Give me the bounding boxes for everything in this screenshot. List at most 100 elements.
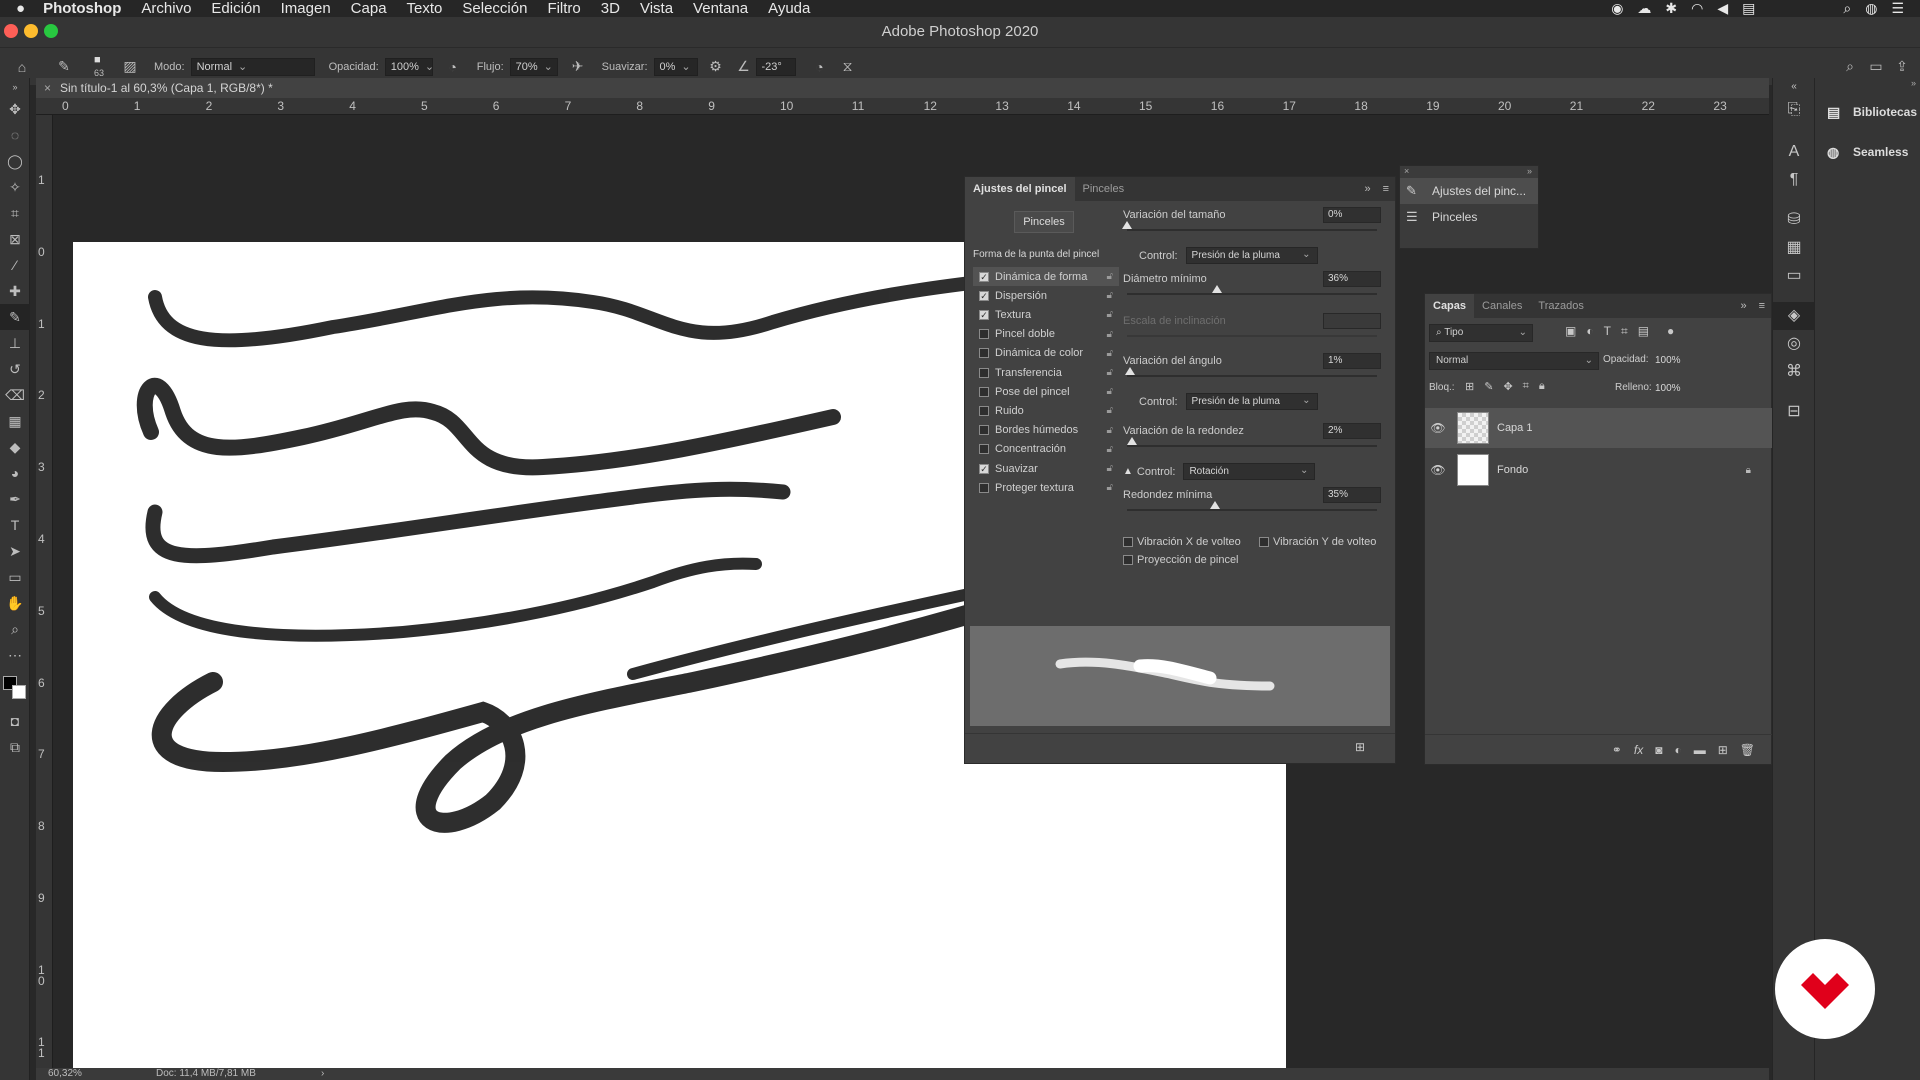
collapse-tools-icon[interactable]: » <box>0 78 30 96</box>
smoothing-field[interactable]: 0% <box>653 57 698 76</box>
flow-field[interactable]: 70% <box>509 57 558 76</box>
lock-artboard-icon[interactable]: ⌗ <box>1523 380 1529 393</box>
brush-tool-preset-icon[interactable]: ✎ <box>54 57 74 77</box>
brush-option-lock-icon[interactable]: 🔓︎ <box>1107 348 1113 359</box>
roundness-jitter-track[interactable] <box>1127 445 1377 447</box>
filter-pixel-icon[interactable]: ▣ <box>1565 324 1576 339</box>
brush-option-checkbox[interactable]: ✓ <box>979 290 989 301</box>
blend-mode-select[interactable]: Normal ⌄ <box>1429 352 1599 370</box>
zoom-tool-icon[interactable]: ⌕ <box>0 616 30 642</box>
lock-transparent-icon[interactable]: ⊞ <box>1465 380 1474 393</box>
opacity-field[interactable]: 100% <box>384 57 433 76</box>
history-panel-icon[interactable]: ⎘ <box>1773 96 1815 124</box>
apple-icon[interactable]: ● <box>0 0 33 17</box>
brush-option-checkbox[interactable] <box>979 348 989 359</box>
menu-imagen[interactable]: Imagen <box>271 0 341 17</box>
control-select-3[interactable]: Rotación <box>1183 463 1316 480</box>
lock-all-icon[interactable]: 🔒︎ <box>1539 380 1545 393</box>
brush-option-item[interactable]: Dinámica de color 🔓︎ <box>973 344 1119 363</box>
panel-menu-icon[interactable]: ≡ <box>1383 183 1389 195</box>
dodge-tool-icon[interactable]: ◕ <box>0 460 30 486</box>
lasso-tool-icon[interactable]: ◯ <box>0 148 30 174</box>
brush-option-item[interactable]: Pincel doble 🔓︎ <box>973 325 1119 344</box>
brush-option-lock-icon[interactable]: 🔓︎ <box>1107 405 1113 416</box>
paths-panel-icon[interactable]: ⌘ <box>1773 358 1815 386</box>
delete-layer-icon[interactable]: 🗑︎ <box>1740 743 1755 757</box>
crop-tool-icon[interactable]: ⌗ <box>0 200 30 226</box>
tab-paths[interactable]: Trazados <box>1530 294 1591 318</box>
layer-row[interactable]: 👁︎ Fondo 🔒︎ <box>1425 450 1773 490</box>
magic-wand-tool-icon[interactable]: ✧ <box>0 174 30 200</box>
min-roundness-slider-thumb[interactable] <box>1209 501 1220 509</box>
dock-item-brush-settings[interactable]: ✎ Ajustes del pinc... <box>1400 178 1538 204</box>
min-diameter-track[interactable] <box>1127 293 1377 295</box>
flip-x-jitter-box[interactable] <box>1123 537 1133 547</box>
brush-option-checkbox[interactable] <box>979 425 989 436</box>
menu-capa[interactable]: Capa <box>341 0 397 17</box>
pressure-opacity-icon[interactable]: ◔ <box>443 57 463 77</box>
filter-adjustment-icon[interactable]: ◐ <box>1586 324 1593 339</box>
more-tools-icon[interactable]: ⋯ <box>0 642 30 668</box>
creative-cloud-icon[interactable]: ☁ <box>1637 0 1651 17</box>
move-tool-icon[interactable]: ✥ <box>0 96 30 122</box>
brush-option-item[interactable]: ✓ Dinámica de forma 🔓︎ <box>973 267 1119 286</box>
new-group-icon[interactable]: ▬ <box>1694 743 1706 757</box>
close-window-button[interactable] <box>4 24 18 38</box>
brush-option-item[interactable]: ✓ Dispersión 🔓︎ <box>973 286 1119 305</box>
flip-y-jitter-box[interactable] <box>1259 537 1269 547</box>
tab-layers[interactable]: Capas <box>1425 294 1475 318</box>
document-tab[interactable]: × Sin título-1 al 60,3% (Capa 1, RGB/8*)… <box>36 78 1769 98</box>
angle-jitter-slider-thumb[interactable] <box>1124 367 1135 375</box>
brush-option-checkbox[interactable] <box>979 405 989 416</box>
menu-seleccion[interactable]: Selección <box>452 0 537 17</box>
link-layers-icon[interactable]: ⚭ <box>1612 743 1622 757</box>
min-diameter-field[interactable]: 36% <box>1323 271 1381 287</box>
angle-field[interactable]: -23° <box>755 57 796 76</box>
add-mask-icon[interactable]: ◙ <box>1655 743 1662 757</box>
rectangle-tool-icon[interactable]: ▭ <box>0 564 30 590</box>
layer-opacity-field[interactable]: 100% <box>1655 352 1705 370</box>
wifi-icon[interactable]: ◠ <box>1691 0 1703 17</box>
layer-name[interactable]: Fondo <box>1497 464 1528 476</box>
brush-option-lock-icon[interactable]: 🔓︎ <box>1107 386 1113 397</box>
brush-option-lock-icon[interactable]: 🔓︎ <box>1107 271 1113 282</box>
layer-row[interactable]: 👁︎ Capa 1 <box>1425 408 1773 448</box>
swatches-panel-icon[interactable]: ▦ <box>1773 234 1815 262</box>
brush-option-lock-icon[interactable]: 🔓︎ <box>1107 309 1113 320</box>
min-roundness-track[interactable] <box>1127 509 1377 511</box>
notification-center-icon[interactable]: ☰ <box>1891 0 1904 17</box>
tab-brush-settings[interactable]: Ajustes del pincel <box>965 177 1075 201</box>
flip-y-jitter-checkbox[interactable]: Vibración Y de volteo <box>1259 536 1376 548</box>
filter-type-icon[interactable]: T <box>1604 324 1611 339</box>
collapse-layers-icon[interactable]: » <box>1740 300 1746 312</box>
symmetry-icon[interactable]: ⧖ <box>838 57 858 77</box>
angle-jitter-track[interactable] <box>1127 375 1377 377</box>
type-tool-icon[interactable]: T <box>0 512 30 538</box>
volume-icon[interactable]: ◀ <box>1717 0 1728 17</box>
bluetooth-icon[interactable]: ✱ <box>1665 0 1677 17</box>
properties-panel-icon[interactable]: ⊟ <box>1773 398 1815 426</box>
brush-tip-shape-item[interactable]: Forma de la punta del pincel <box>973 249 1099 260</box>
character-panel-icon[interactable]: A <box>1773 138 1815 166</box>
frame-tool-icon[interactable]: ⊠ <box>0 226 30 252</box>
pen-tool-icon[interactable]: ✒ <box>0 486 30 512</box>
pinceles-button[interactable]: Pinceles <box>1014 211 1074 233</box>
spotlight-search-icon[interactable]: ⌕ <box>1843 0 1851 17</box>
brush-option-item[interactable]: Transferencia 🔓︎ <box>973 363 1119 382</box>
healing-tool-icon[interactable]: ✚ <box>0 278 30 304</box>
control-select-2[interactable]: Presión de la pluma <box>1185 393 1318 410</box>
control-select-1[interactable]: Presión de la pluma <box>1185 247 1318 264</box>
layer-filter-select[interactable]: ⌕ Tipo ⌄ <box>1429 324 1533 342</box>
menu-filtro[interactable]: Filtro <box>537 0 590 17</box>
eyedropper-tool-icon[interactable]: ⁄ <box>0 252 30 278</box>
channels-panel-icon[interactable]: ◎ <box>1773 330 1815 358</box>
collapse-panel-icon[interactable]: » <box>1364 183 1370 195</box>
mode-select[interactable]: Normal <box>190 57 315 76</box>
blur-tool-icon[interactable]: ◆ <box>0 434 30 460</box>
airbrush-icon[interactable]: ✈ <box>568 57 588 77</box>
dock-expand-icon[interactable]: » <box>1527 166 1532 176</box>
gradient-panel-icon[interactable]: ▭ <box>1773 262 1815 290</box>
layer-style-icon[interactable]: fx <box>1634 743 1643 757</box>
tab-channels[interactable]: Canales <box>1474 294 1530 318</box>
zoom-level[interactable]: 60,32% <box>48 1068 82 1080</box>
